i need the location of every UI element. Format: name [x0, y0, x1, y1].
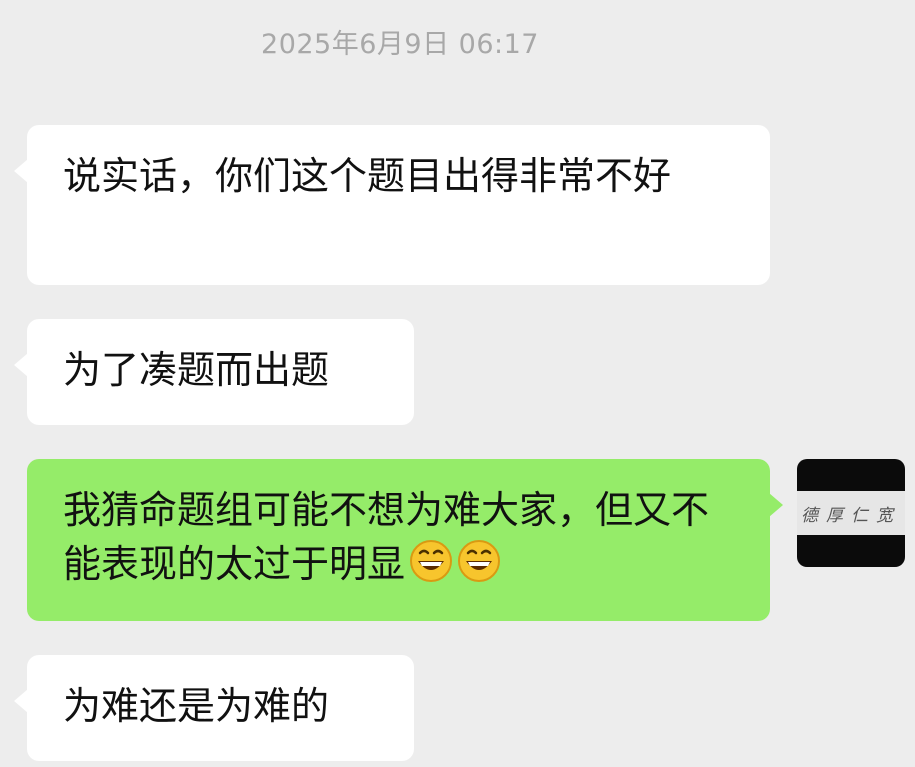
user-avatar[interactable]: 德厚仁宽 [797, 459, 905, 567]
bubble-tail [769, 493, 783, 517]
avatar-text: 德厚仁宽 [801, 505, 901, 526]
message-bubble-outgoing[interactable]: 我猜命题组可能不想为难大家，但又不能表现的太过于明显 [27, 459, 783, 621]
message-text: 为难还是为难的 [63, 684, 330, 728]
message-bubble-incoming[interactable]: 为难还是为难的 [14, 655, 414, 761]
chat-timestamp: 2025年6月9日 06:17 [261, 29, 539, 60]
bubble-tail [14, 689, 28, 713]
bubble-tail [14, 159, 28, 183]
message-bubble-incoming[interactable]: 为了凑题而出题 [14, 319, 414, 425]
grinning-face-icon [410, 540, 453, 582]
message-text: 为了凑题而出题 [63, 348, 330, 392]
message-text: 说实话，你们这个题目出得非常不好 [63, 154, 672, 198]
avatar-calligraphy-band: 德厚仁宽 [797, 491, 905, 535]
grinning-face-icon [458, 540, 501, 582]
message-text: 我猜命题组可能不想为难大家，但又不能表现的太过于明显 [63, 488, 710, 586]
message-bubble-incoming[interactable]: 说实话，你们这个题目出得非常不好 [14, 125, 770, 285]
bubble-tail [14, 353, 28, 377]
